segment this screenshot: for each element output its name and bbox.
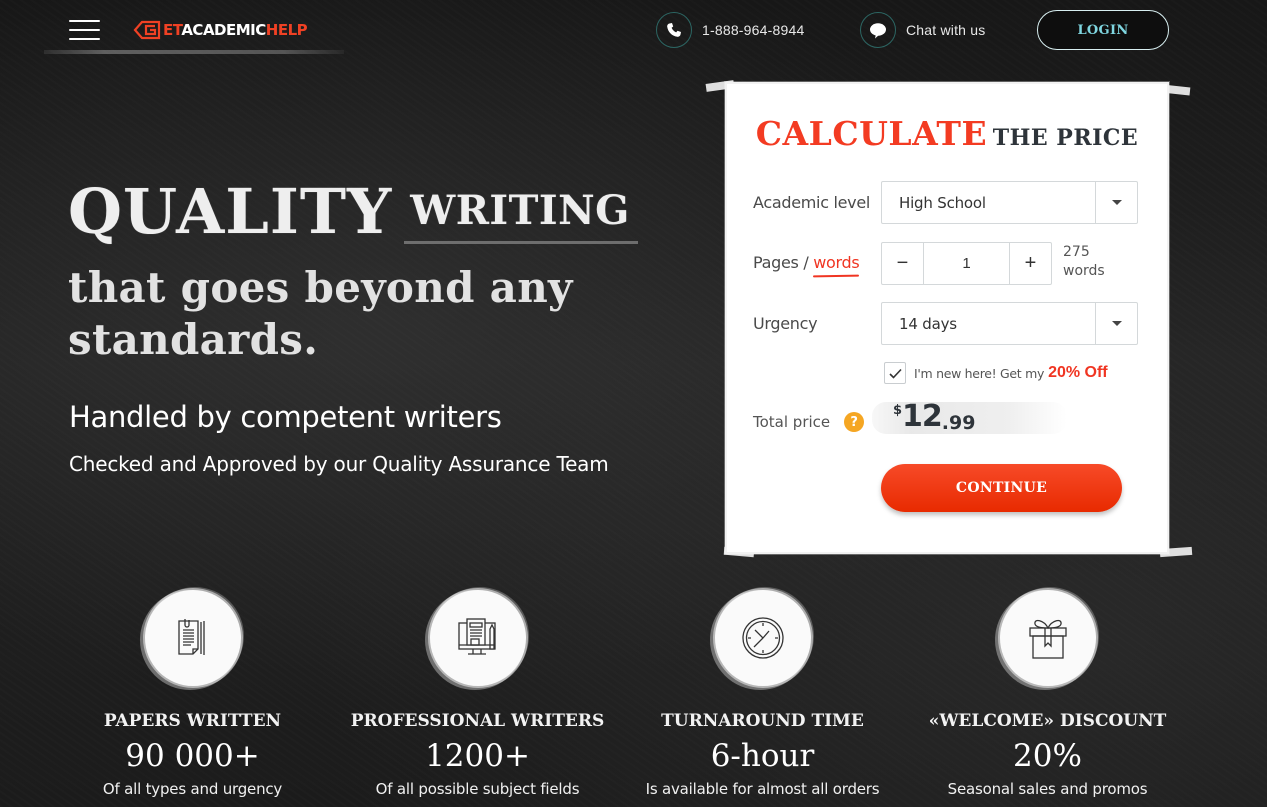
feature-title: «WELCOME» DISCOUNT (928, 711, 1167, 731)
hero-heading: QUALITY WRITING (68, 175, 638, 248)
papers-icon (144, 590, 241, 686)
words-toggle-link[interactable]: words (813, 253, 859, 272)
feature-description: Of all possible subject fields (375, 780, 580, 798)
total-price-label: Total price ? (753, 412, 865, 432)
clock-icon (714, 590, 811, 686)
feature-description: Of all types and urgency (102, 780, 283, 798)
checkmark-icon (888, 368, 902, 379)
feature-description: Seasonal sales and promos (947, 780, 1148, 798)
urgency-dropdown-toggle[interactable] (1095, 303, 1137, 344)
promo-highlight: 20% Off (1048, 364, 1108, 381)
word-count: 275 words (1063, 244, 1105, 279)
hamburger-menu-icon[interactable] (69, 20, 100, 40)
logo-underline-divider (44, 50, 344, 54)
chat-bubble-icon (860, 12, 896, 48)
feature-turnaround-time: TURNAROUND TIME 6-hour Is available for … (620, 590, 905, 807)
phone-link[interactable]: 1-888-964-8944 (656, 12, 804, 48)
new-customer-discount-option[interactable]: I'm new here! Get my 20% Off (884, 362, 1108, 384)
increase-pages-button[interactable]: + (1009, 243, 1051, 284)
features-row: PAPERS WRITTEN 90 000+ Of all types and … (50, 590, 1190, 807)
academic-level-dropdown-toggle[interactable] (1095, 182, 1137, 223)
feature-welcome-discount: «WELCOME» DISCOUNT 20% Seasonal sales an… (905, 590, 1190, 807)
new-customer-checkbox[interactable] (884, 362, 906, 384)
pages-label: Pages / words (753, 253, 860, 272)
urgency-select[interactable]: 14 days (881, 302, 1138, 345)
feature-value: 1200+ (425, 738, 530, 774)
feature-title: PROFESSIONAL WRITERS (350, 711, 605, 731)
hero-title-writing: WRITING (404, 187, 638, 244)
logo-mark-icon (133, 20, 161, 40)
pages-quantity-input[interactable]: 1 (924, 243, 1009, 284)
site-header: ETACADEMICHELP 1-888-964-8944 Chat with … (0, 0, 1267, 60)
calculator-card: CALCULATE THE PRICE Academic level High … (727, 84, 1167, 552)
academic-level-select[interactable]: High School (881, 181, 1138, 224)
chat-label: Chat with us (906, 22, 986, 38)
hero-title-line2: that goes beyond any standards. (68, 263, 573, 364)
academic-level-value: High School (899, 193, 986, 212)
promo-text: I'm new here! Get my (914, 365, 1045, 381)
feature-description: Is available for almost all orders (645, 780, 880, 798)
feature-papers-written: PAPERS WRITTEN 90 000+ Of all types and … (50, 590, 335, 807)
total-price-value: $ 12 .99 (893, 399, 976, 435)
continue-button[interactable]: CONTINUE (881, 464, 1122, 512)
academic-level-label: Academic level (753, 193, 871, 212)
hero-subtitle: Handled by competent writers (69, 400, 502, 434)
feature-title: TURNAROUND TIME (661, 711, 864, 731)
feature-title: PAPERS WRITTEN (103, 711, 282, 731)
urgency-label: Urgency (753, 314, 818, 333)
phone-number: 1-888-964-8944 (702, 22, 805, 38)
feature-value: 90 000+ (125, 738, 260, 774)
hero-subtitle-secondary: Checked and Approved by our Quality Assu… (69, 452, 609, 476)
hero-title-quality: QUALITY (68, 175, 393, 248)
gift-icon (999, 590, 1096, 686)
site-logo[interactable]: ETACADEMICHELP (133, 19, 308, 41)
chat-link[interactable]: Chat with us (860, 12, 985, 48)
caret-down-icon (1111, 321, 1122, 326)
calculator-title: CALCULATE THE PRICE (755, 114, 1139, 153)
feature-value: 20% (1013, 738, 1082, 774)
urgency-value: 14 days (899, 314, 957, 333)
logo-text: ETACADEMICHELP (163, 21, 308, 39)
feature-value: 6-hour (710, 738, 815, 774)
decrease-pages-button[interactable]: − (882, 243, 924, 284)
price-calculator: CALCULATE THE PRICE Academic level High … (700, 74, 1195, 564)
login-button[interactable]: LOGIN (1037, 10, 1169, 50)
help-question-icon[interactable]: ? (844, 412, 865, 432)
caret-down-icon (1111, 200, 1122, 205)
writer-desk-icon (429, 590, 526, 686)
pages-stepper: − 1 + (881, 242, 1052, 285)
phone-icon (656, 12, 692, 48)
feature-professional-writers: PROFESSIONAL WRITERS 1200+ Of all possib… (335, 590, 620, 807)
